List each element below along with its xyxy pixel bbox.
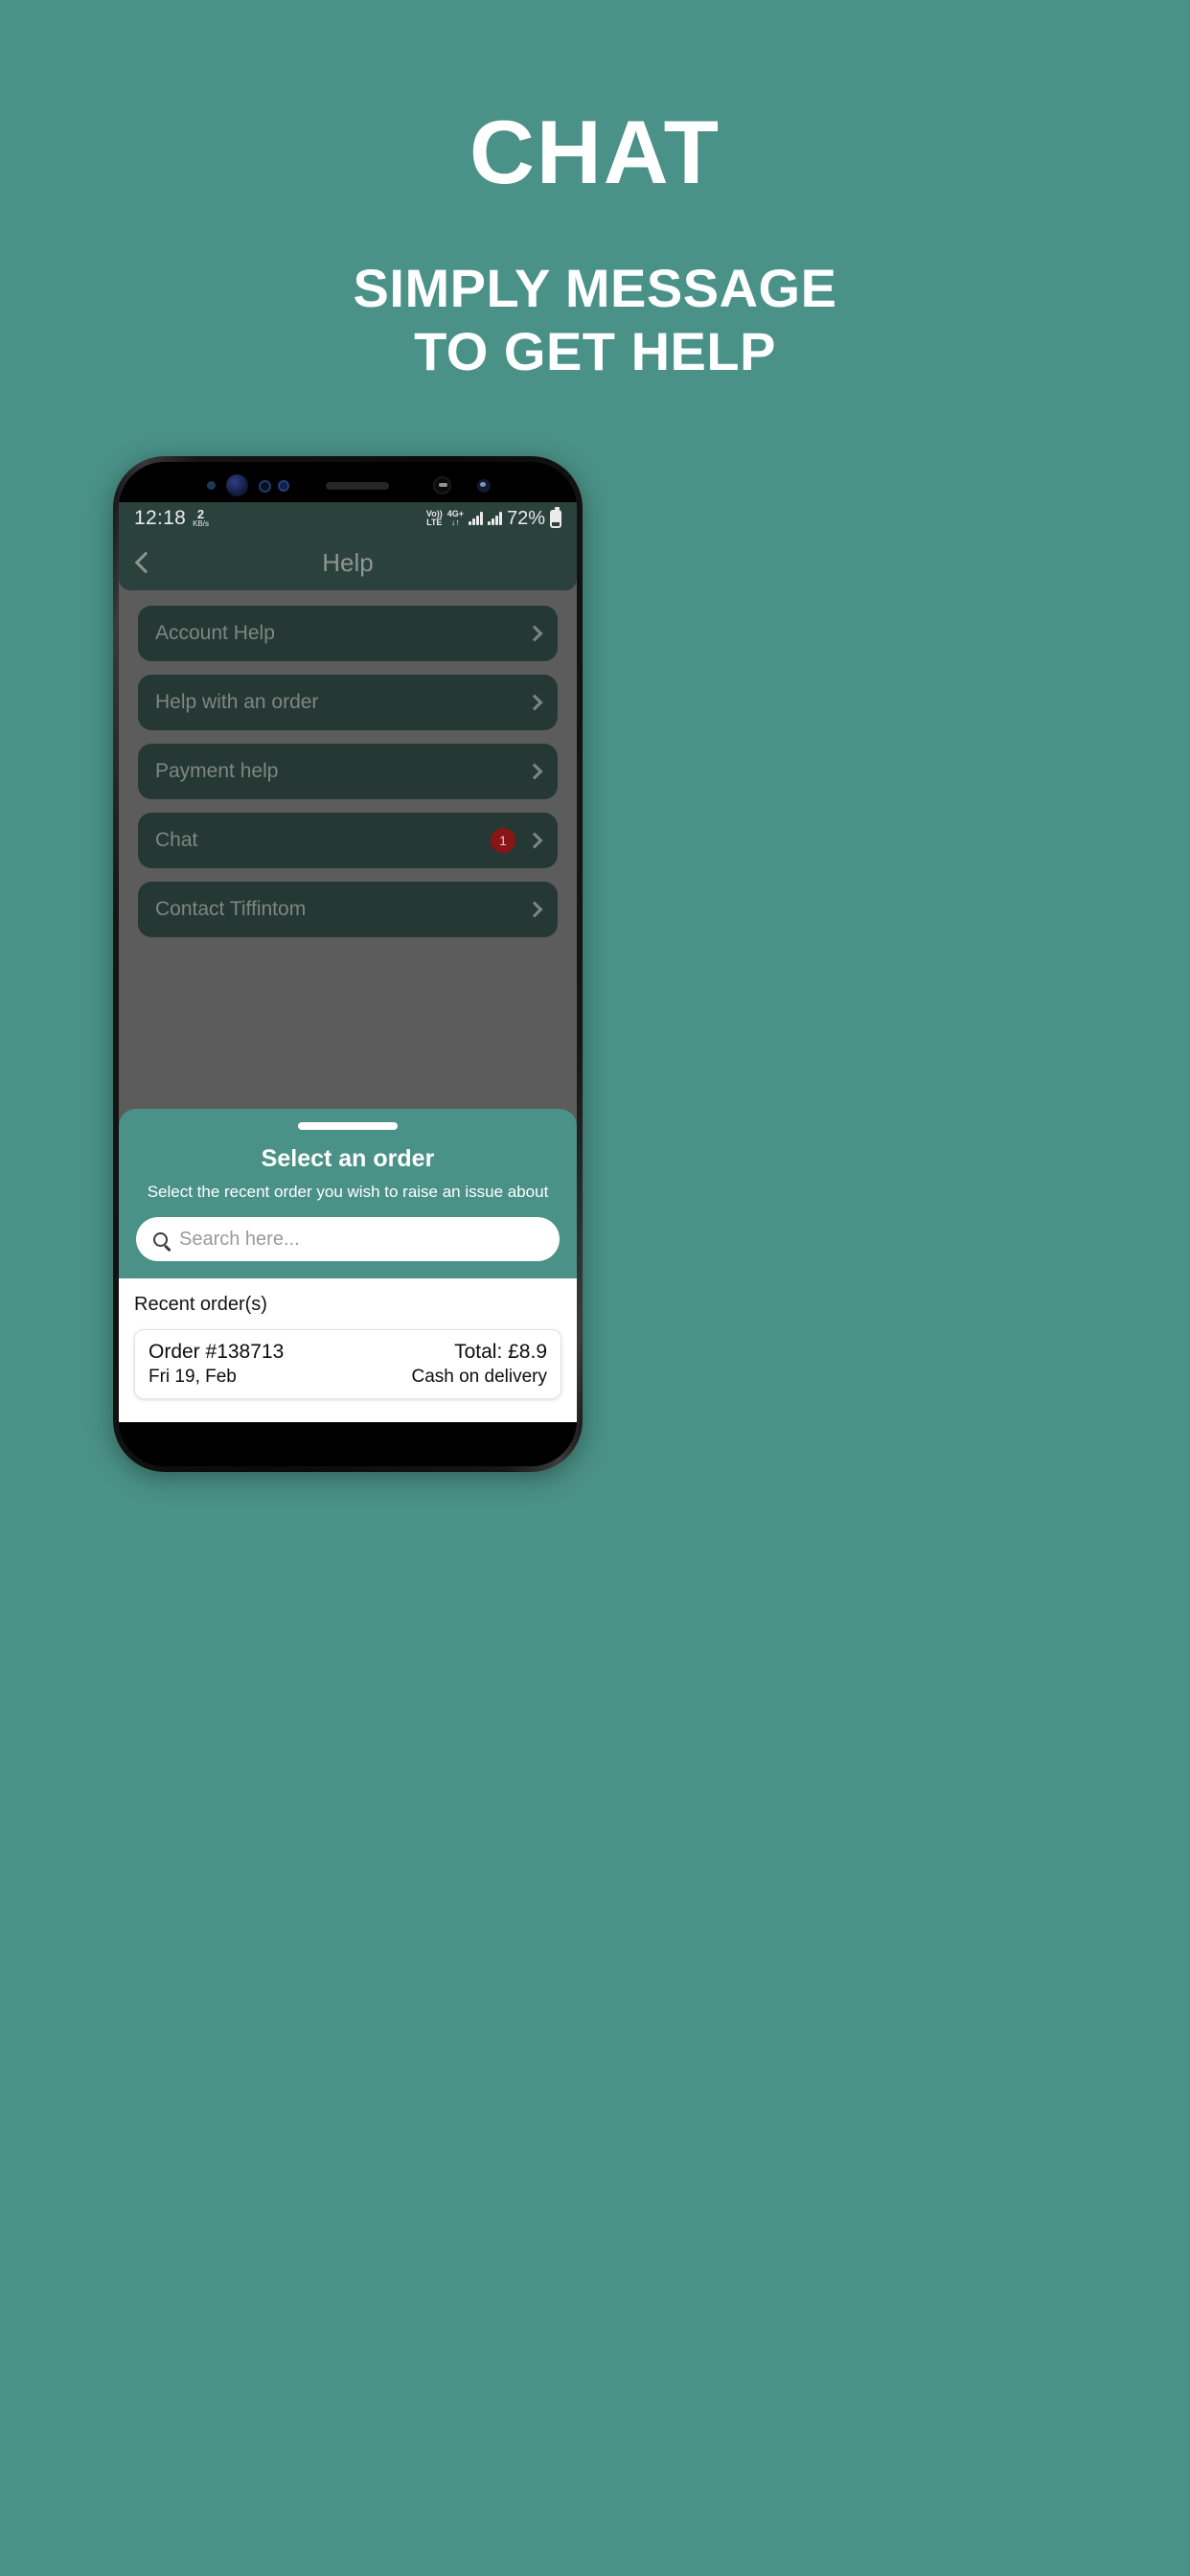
phone-device-mockup: 12:18 2 KB/s Vo)) LTE 4G+ ↓↑ 72% Help Ac… [113, 456, 583, 1472]
order-id: Order #138713 [149, 1341, 285, 1363]
phone-screen-bezel: 12:18 2 KB/s Vo)) LTE 4G+ ↓↑ 72% Help Ac… [119, 462, 577, 1466]
phone-top-bezel [119, 462, 577, 502]
help-options-list: Account Help Help with an order Payment … [119, 590, 577, 937]
help-item-help-with-an-order[interactable]: Help with an order [138, 675, 558, 730]
order-date: Fri 19, Feb [149, 1367, 237, 1387]
navigation-bar: Help [119, 535, 577, 590]
chevron-right-icon [526, 763, 543, 780]
select-order-bottom-sheet: Select an order Select the recent order … [119, 1109, 577, 1422]
help-item-label: Chat [155, 829, 198, 851]
recent-orders-header: Recent order(s) [134, 1294, 267, 1315]
order-total: Total: £8.9 [454, 1341, 547, 1363]
search-bar[interactable]: Search here... [136, 1217, 560, 1261]
iris-sensor-icon [259, 480, 271, 493]
front-camera-icon [226, 474, 248, 496]
chevron-right-icon [526, 625, 543, 642]
status-bar-right: Vo)) LTE 4G+ ↓↑ 72% [426, 506, 561, 530]
battery-percent-label: 72% [506, 507, 545, 529]
chevron-right-icon [526, 694, 543, 711]
led-indicator-icon [477, 479, 491, 493]
help-item-label: Help with an order [155, 691, 319, 713]
order-list-item[interactable]: Order #138713 Fri 19, Feb Total: £8.9 Ca… [134, 1329, 561, 1399]
sheet-title: Select an order [261, 1145, 435, 1172]
order-payment-method: Cash on delivery [411, 1367, 547, 1387]
signal-bars-sim1-icon [468, 512, 483, 525]
battery-icon [550, 506, 561, 528]
network-speed-unit: KB/s [193, 519, 209, 528]
app-header: 12:18 2 KB/s Vo)) LTE 4G+ ↓↑ 72% Help [119, 502, 577, 590]
search-input[interactable]: Search here... [179, 1229, 300, 1251]
volte-bottom-label: LTE [426, 518, 443, 527]
status-bar-left: 12:18 2 KB/s [134, 507, 209, 530]
order-primary-info: Order #138713 Fri 19, Feb [149, 1341, 284, 1388]
data-arrows-label: ↓↑ [450, 518, 460, 527]
volte-icon: Vo)) LTE [426, 509, 443, 528]
page-title: Help [322, 547, 374, 577]
signal-bars-sim2-icon [487, 512, 502, 525]
status-time: 12:18 [134, 507, 187, 529]
proximity-sensor-icon [207, 481, 216, 490]
chevron-right-icon [526, 832, 543, 849]
network-speed-indicator: 2 KB/s [193, 508, 209, 528]
chat-unread-badge: 1 [491, 828, 515, 853]
help-item-label: Payment help [155, 760, 279, 782]
help-item-payment-help[interactable]: Payment help [138, 744, 558, 799]
sheet-subtitle: Select the recent order you wish to rais… [147, 1183, 549, 1201]
iris-scanner-icon [433, 476, 451, 494]
help-item-label: Contact Tiffintom [155, 898, 307, 920]
promo-subtitle-line-2: TO GET HELP [414, 321, 776, 382]
sheet-drag-handle[interactable] [298, 1122, 398, 1130]
phone-screen: 12:18 2 KB/s Vo)) LTE 4G+ ↓↑ 72% Help Ac… [119, 502, 577, 1422]
earpiece-speaker-icon [326, 482, 389, 490]
light-sensor-icon [278, 480, 289, 492]
help-item-contact-tiffintom[interactable]: Contact Tiffintom [138, 882, 558, 937]
recent-orders-pane: Recent order(s) Order #138713 Fri 19, Fe… [119, 1278, 577, 1422]
chevron-right-icon [526, 901, 543, 918]
promo-subtitle: SIMPLY MESSAGE TO GET HELP [0, 257, 1190, 383]
promo-title: CHAT [469, 102, 721, 202]
promo-subtitle-line-1: SIMPLY MESSAGE [353, 258, 837, 318]
help-item-account-help[interactable]: Account Help [138, 606, 558, 661]
status-bar: 12:18 2 KB/s Vo)) LTE 4G+ ↓↑ 72% [119, 502, 577, 535]
search-icon [153, 1231, 168, 1247]
help-item-chat[interactable]: Chat 1 [138, 813, 558, 868]
mobile-network-icon: 4G+ ↓↑ [447, 509, 464, 528]
order-secondary-info: Total: £8.9 Cash on delivery [411, 1341, 547, 1388]
help-item-label: Account Help [155, 622, 275, 644]
phone-bottom-bezel [119, 1422, 577, 1466]
